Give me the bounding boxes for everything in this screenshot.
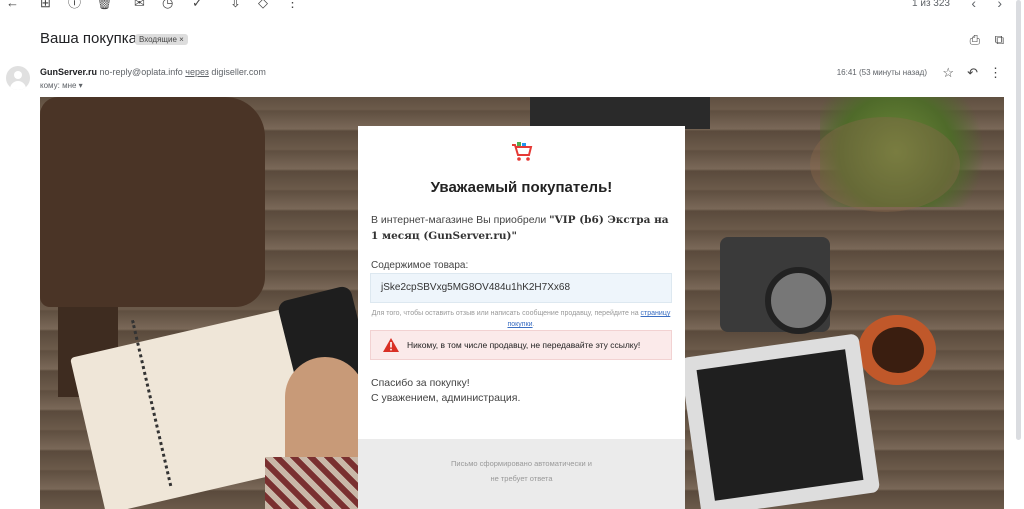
footer-line-1: Письмо сформировано автоматически и (451, 459, 592, 468)
auto-generated-note: Письмо сформировано автоматически и не т… (358, 456, 685, 486)
feedback-hint: Для того, чтобы оставить отзыв или напис… (370, 308, 672, 330)
star-icon[interactable]: ☆ (942, 65, 954, 81)
pager-count: 1 из 323 (912, 0, 950, 9)
closing-text: Спасибо за покупку! С уважением, админис… (371, 376, 520, 406)
email-timestamp: 16:41 (53 минуты назад) (836, 68, 927, 77)
thanks-line: Спасибо за покупку! (371, 377, 470, 389)
inbox-label-chip[interactable]: Входящие × (135, 34, 188, 45)
sender-avatar (6, 66, 30, 90)
regards-line: С уважением, администрация. (371, 392, 521, 404)
label-icon[interactable]: ◇ (258, 0, 268, 10)
via-link[interactable]: через (185, 67, 209, 77)
sender-email: no-reply@oplata.info (99, 67, 183, 77)
delete-icon[interactable]: 🗑 (96, 0, 113, 10)
add-task-icon[interactable]: ✓ (192, 0, 203, 10)
sender-line: GunServer.ru no-reply@oplata.info через … (40, 67, 266, 77)
card-title: Уважаемый покупатель! (430, 179, 613, 196)
archive-icon[interactable]: ⊞ (40, 0, 51, 10)
shopping-cart-icon (512, 142, 533, 161)
intro-text: В интернет-магазине Вы приобрели (371, 214, 550, 226)
open-new-window-icon[interactable]: ⧉ (995, 32, 1004, 48)
purchase-card: Уважаемый покупатель! В интернет-магазин… (358, 126, 685, 509)
previous-message-icon[interactable]: ‹ (971, 0, 976, 11)
hint-suffix: . (532, 321, 535, 328)
next-message-icon[interactable]: › (997, 0, 1002, 11)
back-arrow-icon[interactable]: ← (6, 0, 19, 10)
move-to-icon[interactable]: ⇩ (230, 0, 241, 10)
report-spam-icon[interactable]: ⓘ (68, 0, 81, 10)
email-subject: Ваша покупка (40, 30, 137, 47)
warning-icon (383, 338, 399, 352)
print-icon[interactable]: ⎙ (970, 32, 980, 48)
mark-unread-icon[interactable]: ✉ (134, 0, 145, 10)
footer-line-2: не требует ответа (490, 474, 553, 483)
scrollbar[interactable] (1016, 0, 1021, 440)
more-options-icon[interactable]: ⋮ (989, 65, 1002, 81)
message-toolbar: ← ⊞ ⓘ 🗑 ✉ ◷ ✓ ⇩ ◇ ⋮ 1 из 323 ‹ › (0, 0, 1024, 14)
reply-icon[interactable]: ↶ (967, 65, 978, 81)
snooze-icon[interactable]: ◷ (162, 0, 173, 10)
sender-name[interactable]: GunServer.ru (40, 67, 97, 77)
warning-text: Никому, в том числе продавцу, не передав… (407, 340, 641, 350)
content-label: Содержимое товара: (371, 260, 469, 271)
hint-text: Для того, чтобы оставить отзыв или напис… (371, 310, 639, 317)
product-code-box[interactable]: jSke2cpSBVxg5MG8OV484u1hK2H7Xx68 (370, 273, 672, 303)
via-domain: digiseller.com (211, 67, 266, 77)
more-options-icon[interactable]: ⋮ (286, 0, 299, 10)
warning-banner: Никому, в том числе продавцу, не передав… (370, 330, 672, 360)
purchase-intro: В интернет-магазине Вы приобрели "VIP (b… (371, 212, 671, 244)
recipient-toggle[interactable]: кому: мне ▾ (40, 81, 83, 90)
